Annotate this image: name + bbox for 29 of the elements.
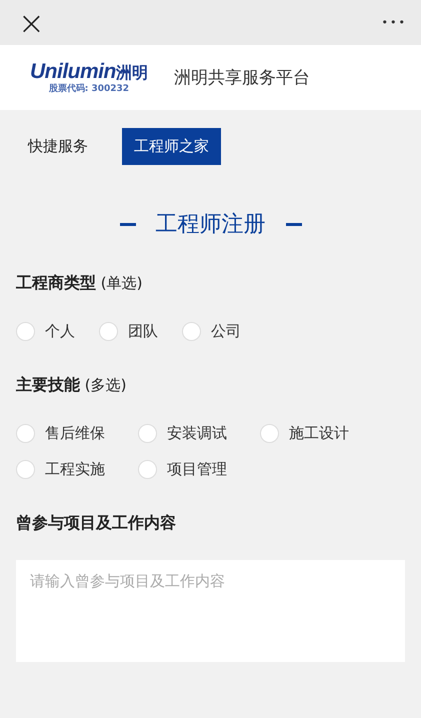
checkbox[interactable] xyxy=(16,424,35,443)
checkbox[interactable] xyxy=(138,460,157,479)
section-heading: 曾参与项目及工作内容 xyxy=(16,513,177,534)
company-logo: Unilumin洲明 股票代码: 300232 xyxy=(30,60,148,95)
option-label: 工程实施 xyxy=(45,460,105,479)
title-dash xyxy=(286,222,302,226)
radio-button[interactable] xyxy=(99,322,118,341)
radio-button[interactable] xyxy=(182,322,201,341)
close-button[interactable]: × xyxy=(18,6,45,38)
option-label: 项目管理 xyxy=(167,460,227,479)
option-label: 个人 xyxy=(45,322,75,341)
more-button[interactable]: ••• xyxy=(382,16,407,29)
option-label: 售后维保 xyxy=(45,424,105,443)
option-label: 公司 xyxy=(211,322,241,341)
radio-button[interactable] xyxy=(16,322,35,341)
page-title: 工程师注册 xyxy=(156,211,266,239)
section-heading: 主要技能 (多选) xyxy=(16,375,128,396)
title-dash xyxy=(120,222,136,226)
checkbox[interactable] xyxy=(138,424,157,443)
option-label: 安装调试 xyxy=(167,424,227,443)
checkbox[interactable] xyxy=(260,424,279,443)
checkbox[interactable] xyxy=(16,460,35,479)
tab[interactable]: 快捷服务 xyxy=(16,128,100,165)
option-label: 施工设计 xyxy=(289,424,349,443)
projects-field[interactable]: 请输入曾参与项目及工作内容 xyxy=(16,560,405,662)
platform-title: 洲明共享服务平台 xyxy=(174,67,310,89)
section-heading: 工程商类型 (单选) xyxy=(16,273,144,294)
option-label: 团队 xyxy=(128,322,158,341)
tab[interactable]: 工程师之家 xyxy=(122,128,221,165)
